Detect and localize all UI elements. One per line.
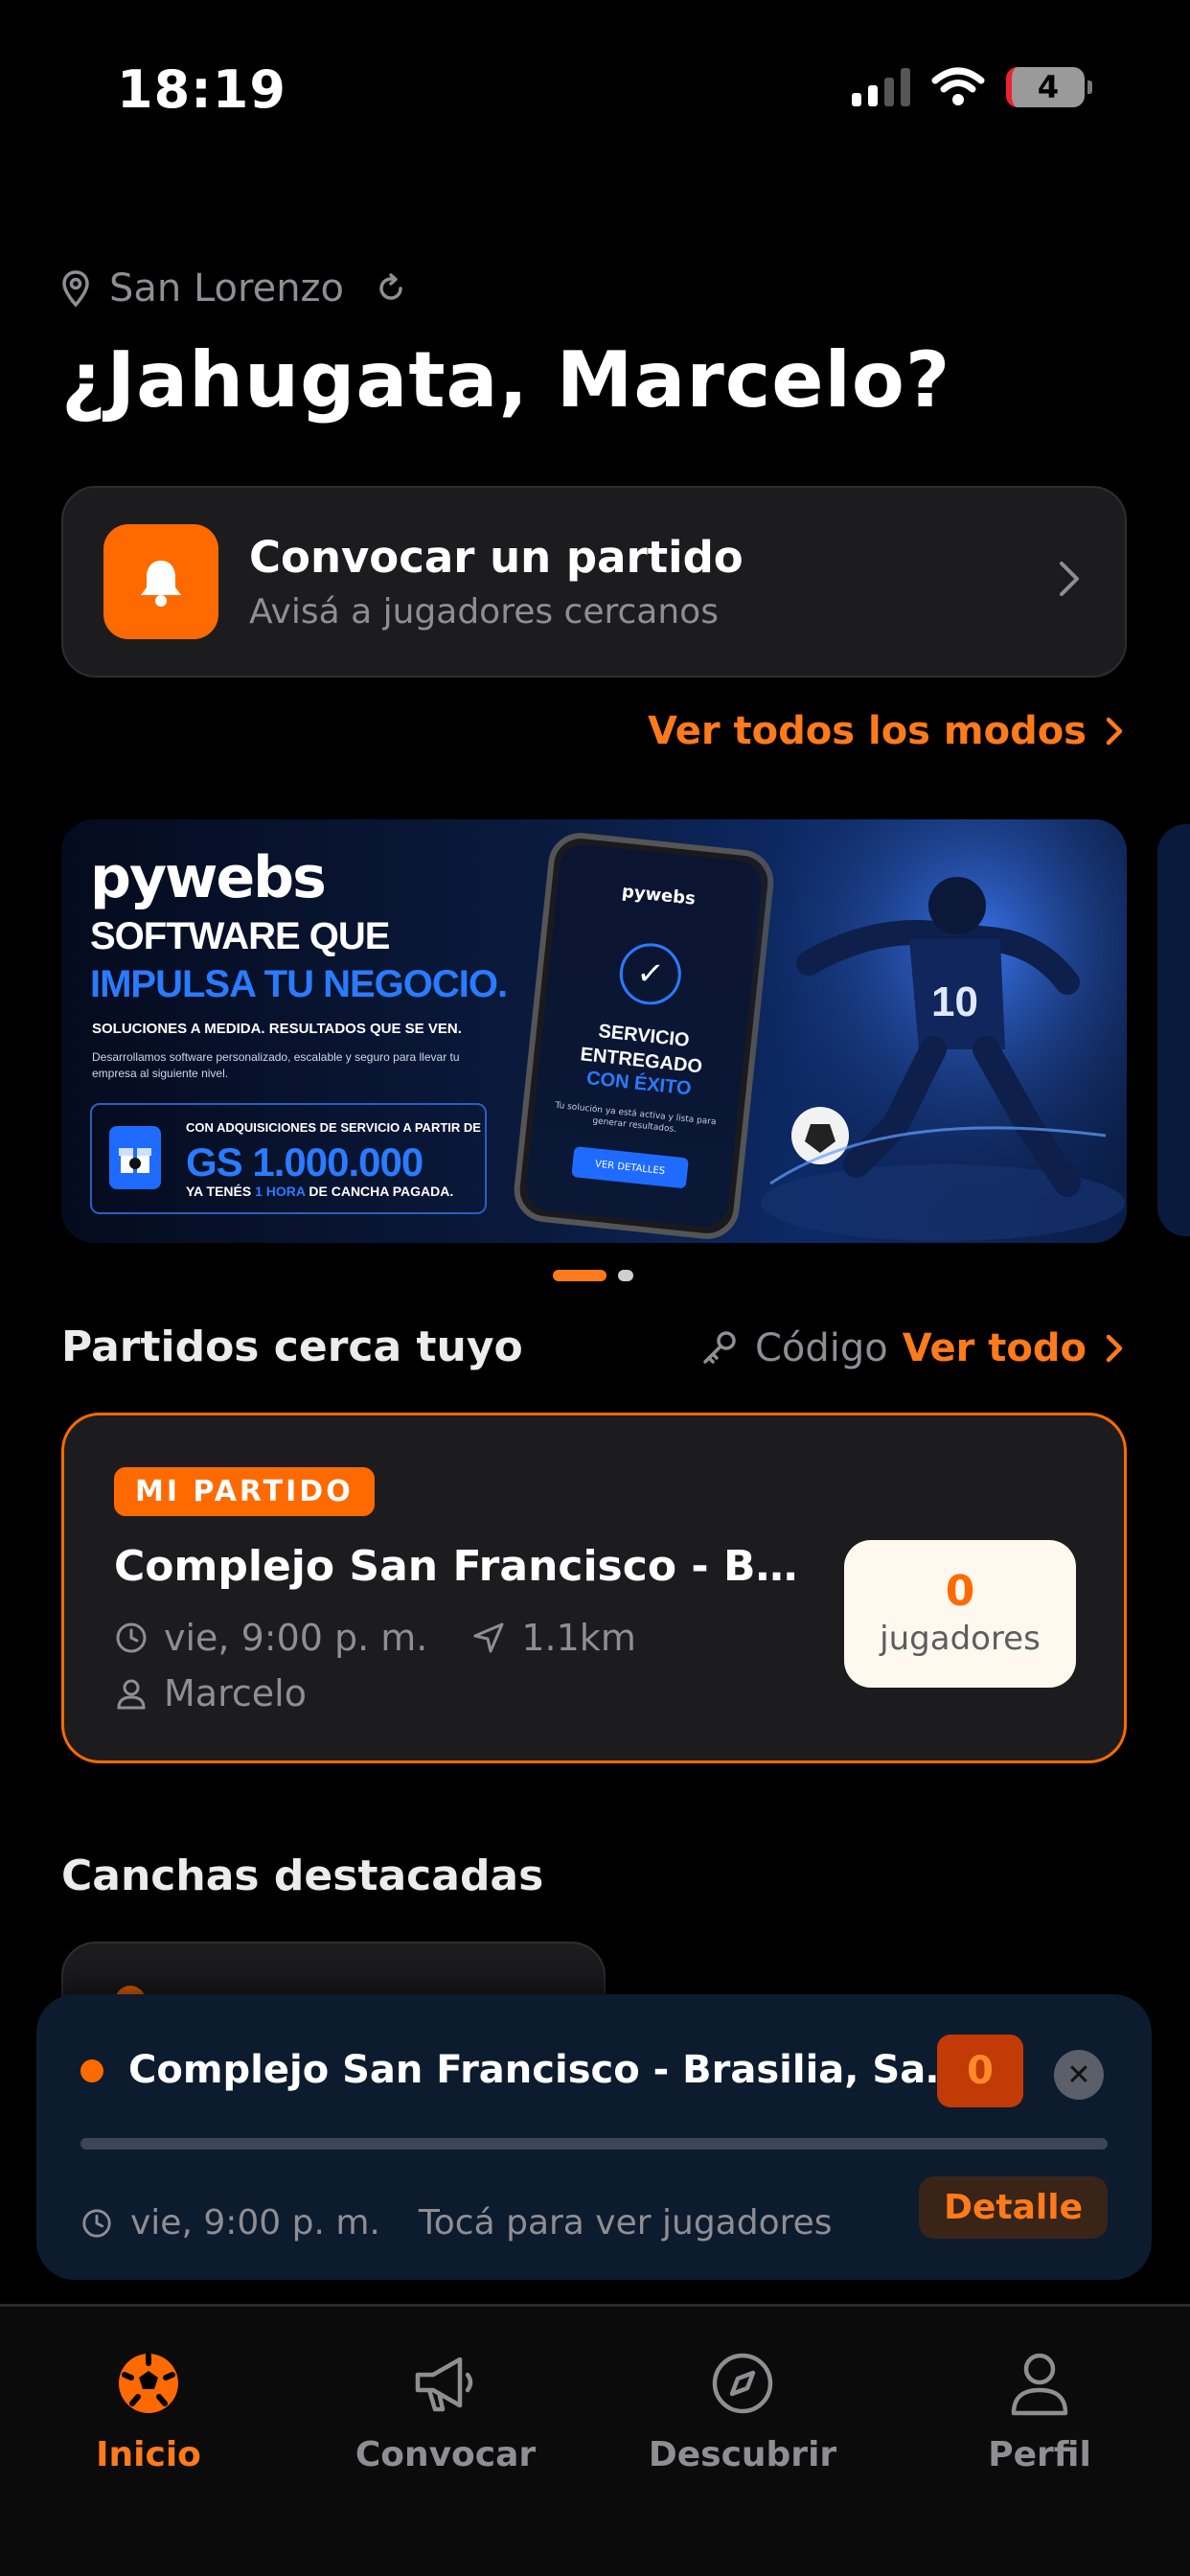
carousel-indicator bbox=[553, 1270, 633, 1281]
banner-offer-line-3: YA TENÉS 1 HORA DE CANCHA PAGADA. bbox=[186, 1184, 453, 1199]
ver-todo-label: Ver todo bbox=[902, 1326, 1087, 1370]
players-count-box: 0 jugadores bbox=[844, 1540, 1076, 1688]
match-organizer-row: Marcelo bbox=[114, 1672, 307, 1714]
close-icon[interactable]: ✕ bbox=[1054, 2050, 1104, 2100]
navigation-arrow-icon bbox=[473, 1622, 504, 1653]
active-match-count: 0 bbox=[937, 2035, 1023, 2107]
banner-tagline: SOLUCIONES A MEDIDA. RESULTADOS QUE SE V… bbox=[92, 1021, 462, 1037]
greeting-title: ¿Jahugata, Marcelo? bbox=[61, 335, 951, 425]
partidos-section-title: Partidos cerca tuyo bbox=[61, 1322, 523, 1371]
active-match-meta: vie, 9:00 p. m. Tocá para ver jugadores bbox=[80, 2203, 833, 2242]
banner-offer-line-1: CON ADQUISICIONES DE SERVICIO A PARTIR D… bbox=[186, 1120, 481, 1135]
players-count: 0 bbox=[945, 1567, 975, 1616]
active-match-bar[interactable]: Complejo San Francisco - Brasilia, San L… bbox=[36, 1994, 1152, 2280]
status-time: 18:19 bbox=[117, 59, 286, 120]
match-meta-row: vie, 9:00 p. m. 1.1km bbox=[114, 1617, 636, 1659]
soccer-ball-icon bbox=[119, 2353, 178, 2413]
check-icon: ✓ bbox=[616, 940, 684, 1008]
match-time: vie, 9:00 p. m. bbox=[164, 1617, 428, 1659]
gift-icon bbox=[109, 1126, 161, 1189]
carousel-dot[interactable] bbox=[618, 1270, 633, 1281]
tab-inicio[interactable]: Inicio bbox=[34, 2345, 263, 2474]
user-icon bbox=[117, 1679, 146, 1710]
clock-icon bbox=[82, 2208, 111, 2238]
bell-icon bbox=[141, 561, 181, 607]
active-match-progress bbox=[80, 2138, 1108, 2150]
offer-text-highlight: 1 HORA bbox=[255, 1184, 306, 1199]
location-selector[interactable]: San Lorenzo bbox=[61, 266, 407, 310]
offer-text-a: YA TENÉS bbox=[186, 1184, 256, 1199]
convocar-title: Convocar un partido bbox=[249, 532, 744, 583]
match-card[interactable]: MI PARTIDO Complejo San Francisco - Bras… bbox=[61, 1413, 1127, 1763]
bell-icon-box bbox=[103, 524, 218, 639]
match-organizer: Marcelo bbox=[164, 1672, 307, 1714]
phone-logo: pywebs bbox=[621, 881, 697, 909]
chevron-right-icon bbox=[1106, 717, 1123, 746]
banner-headline-2: IMPULSA TU NEGOCIO. bbox=[90, 963, 508, 1005]
match-venue-name: Complejo San Francisco - Brasi... bbox=[114, 1542, 804, 1591]
banner-phone-mockup: pywebs ✓ SERVICIO ENTREGADO CON ÉXITO Tu… bbox=[511, 829, 777, 1243]
jersey-number: 10 bbox=[931, 978, 978, 1025]
tab-descubrir-label: Descubrir bbox=[648, 2435, 837, 2474]
codigo-label: Código bbox=[755, 1326, 888, 1370]
banner-headline-1: SOFTWARE QUE bbox=[90, 915, 390, 957]
phone-button: VER DETALLES bbox=[571, 1146, 689, 1189]
tab-convocar[interactable]: Convocar bbox=[331, 2345, 561, 2474]
ver-modos-label: Ver todos los modos bbox=[647, 709, 1087, 753]
key-icon bbox=[703, 1331, 736, 1364]
tab-descubrir[interactable]: Descubrir bbox=[628, 2345, 858, 2474]
bottom-tab-bar: Inicio Convocar Descubrir Perfil bbox=[0, 2304, 1190, 2576]
location-pin-icon bbox=[62, 270, 89, 308]
active-match-title: Complejo San Francisco - Brasilia, San L… bbox=[128, 2048, 981, 2092]
chevron-right-icon bbox=[1056, 551, 1083, 613]
megaphone-icon bbox=[415, 2357, 473, 2412]
banner-description: Desarrollamos software personalizado, es… bbox=[92, 1050, 460, 1080]
tab-perfil-label: Perfil bbox=[988, 2435, 1091, 2474]
battery-icon: 4 bbox=[1006, 67, 1092, 107]
tab-perfil[interactable]: Perfil bbox=[925, 2345, 1155, 2474]
active-match-hint: Tocá para ver jugadores bbox=[418, 2203, 833, 2242]
detalle-button[interactable]: Detalle bbox=[919, 2176, 1108, 2239]
clock-icon bbox=[116, 1622, 147, 1653]
compass-icon bbox=[712, 2353, 773, 2414]
canchas-section-title: Canchas destacadas bbox=[61, 1852, 544, 1900]
wifi-icon bbox=[931, 67, 985, 105]
ver-todo-link[interactable]: Ver todo bbox=[903, 1326, 1125, 1370]
banner-offer-amount: GS 1.000.000 bbox=[186, 1139, 423, 1184]
convocar-partido-card[interactable]: Convocar un partido Avisá a jugadores ce… bbox=[61, 486, 1127, 678]
active-match-time: vie, 9:00 p. m. bbox=[130, 2203, 380, 2242]
tab-convocar-label: Convocar bbox=[355, 2435, 537, 2474]
players-label: jugadores bbox=[880, 1620, 1041, 1658]
codigo-button[interactable]: Código bbox=[699, 1326, 888, 1370]
user-icon bbox=[1011, 2353, 1068, 2416]
match-distance: 1.1km bbox=[521, 1617, 636, 1659]
refresh-icon[interactable] bbox=[375, 272, 407, 305]
soccer-player-illustration: 10 bbox=[751, 819, 1127, 1243]
cellular-signal-icon bbox=[852, 68, 910, 106]
ver-todos-los-modos-link[interactable]: Ver todos los modos bbox=[648, 709, 1125, 753]
location-city: San Lorenzo bbox=[109, 266, 345, 310]
convocar-subtitle: Avisá a jugadores cercanos bbox=[249, 592, 719, 632]
status-icons: 4 bbox=[852, 67, 1092, 107]
next-banner-peek[interactable] bbox=[1157, 824, 1190, 1236]
banner-offer-box: CON ADQUISICIONES DE SERVICIO A PARTIR D… bbox=[90, 1103, 487, 1214]
carousel-dot-active[interactable] bbox=[553, 1270, 606, 1281]
live-indicator-dot bbox=[80, 2059, 103, 2082]
chevron-right-icon bbox=[1106, 1334, 1123, 1363]
offer-text-c: DE CANCHA PAGADA. bbox=[305, 1184, 454, 1199]
banner-logo: pywebs bbox=[90, 844, 327, 911]
tab-inicio-label: Inicio bbox=[96, 2435, 201, 2474]
phone-text: Tu solución ya está activa y lista para … bbox=[554, 1100, 717, 1136]
mi-partido-badge: MI PARTIDO bbox=[114, 1467, 375, 1516]
promo-banner[interactable]: pywebs SOFTWARE QUE IMPULSA TU NEGOCIO. … bbox=[61, 819, 1127, 1243]
